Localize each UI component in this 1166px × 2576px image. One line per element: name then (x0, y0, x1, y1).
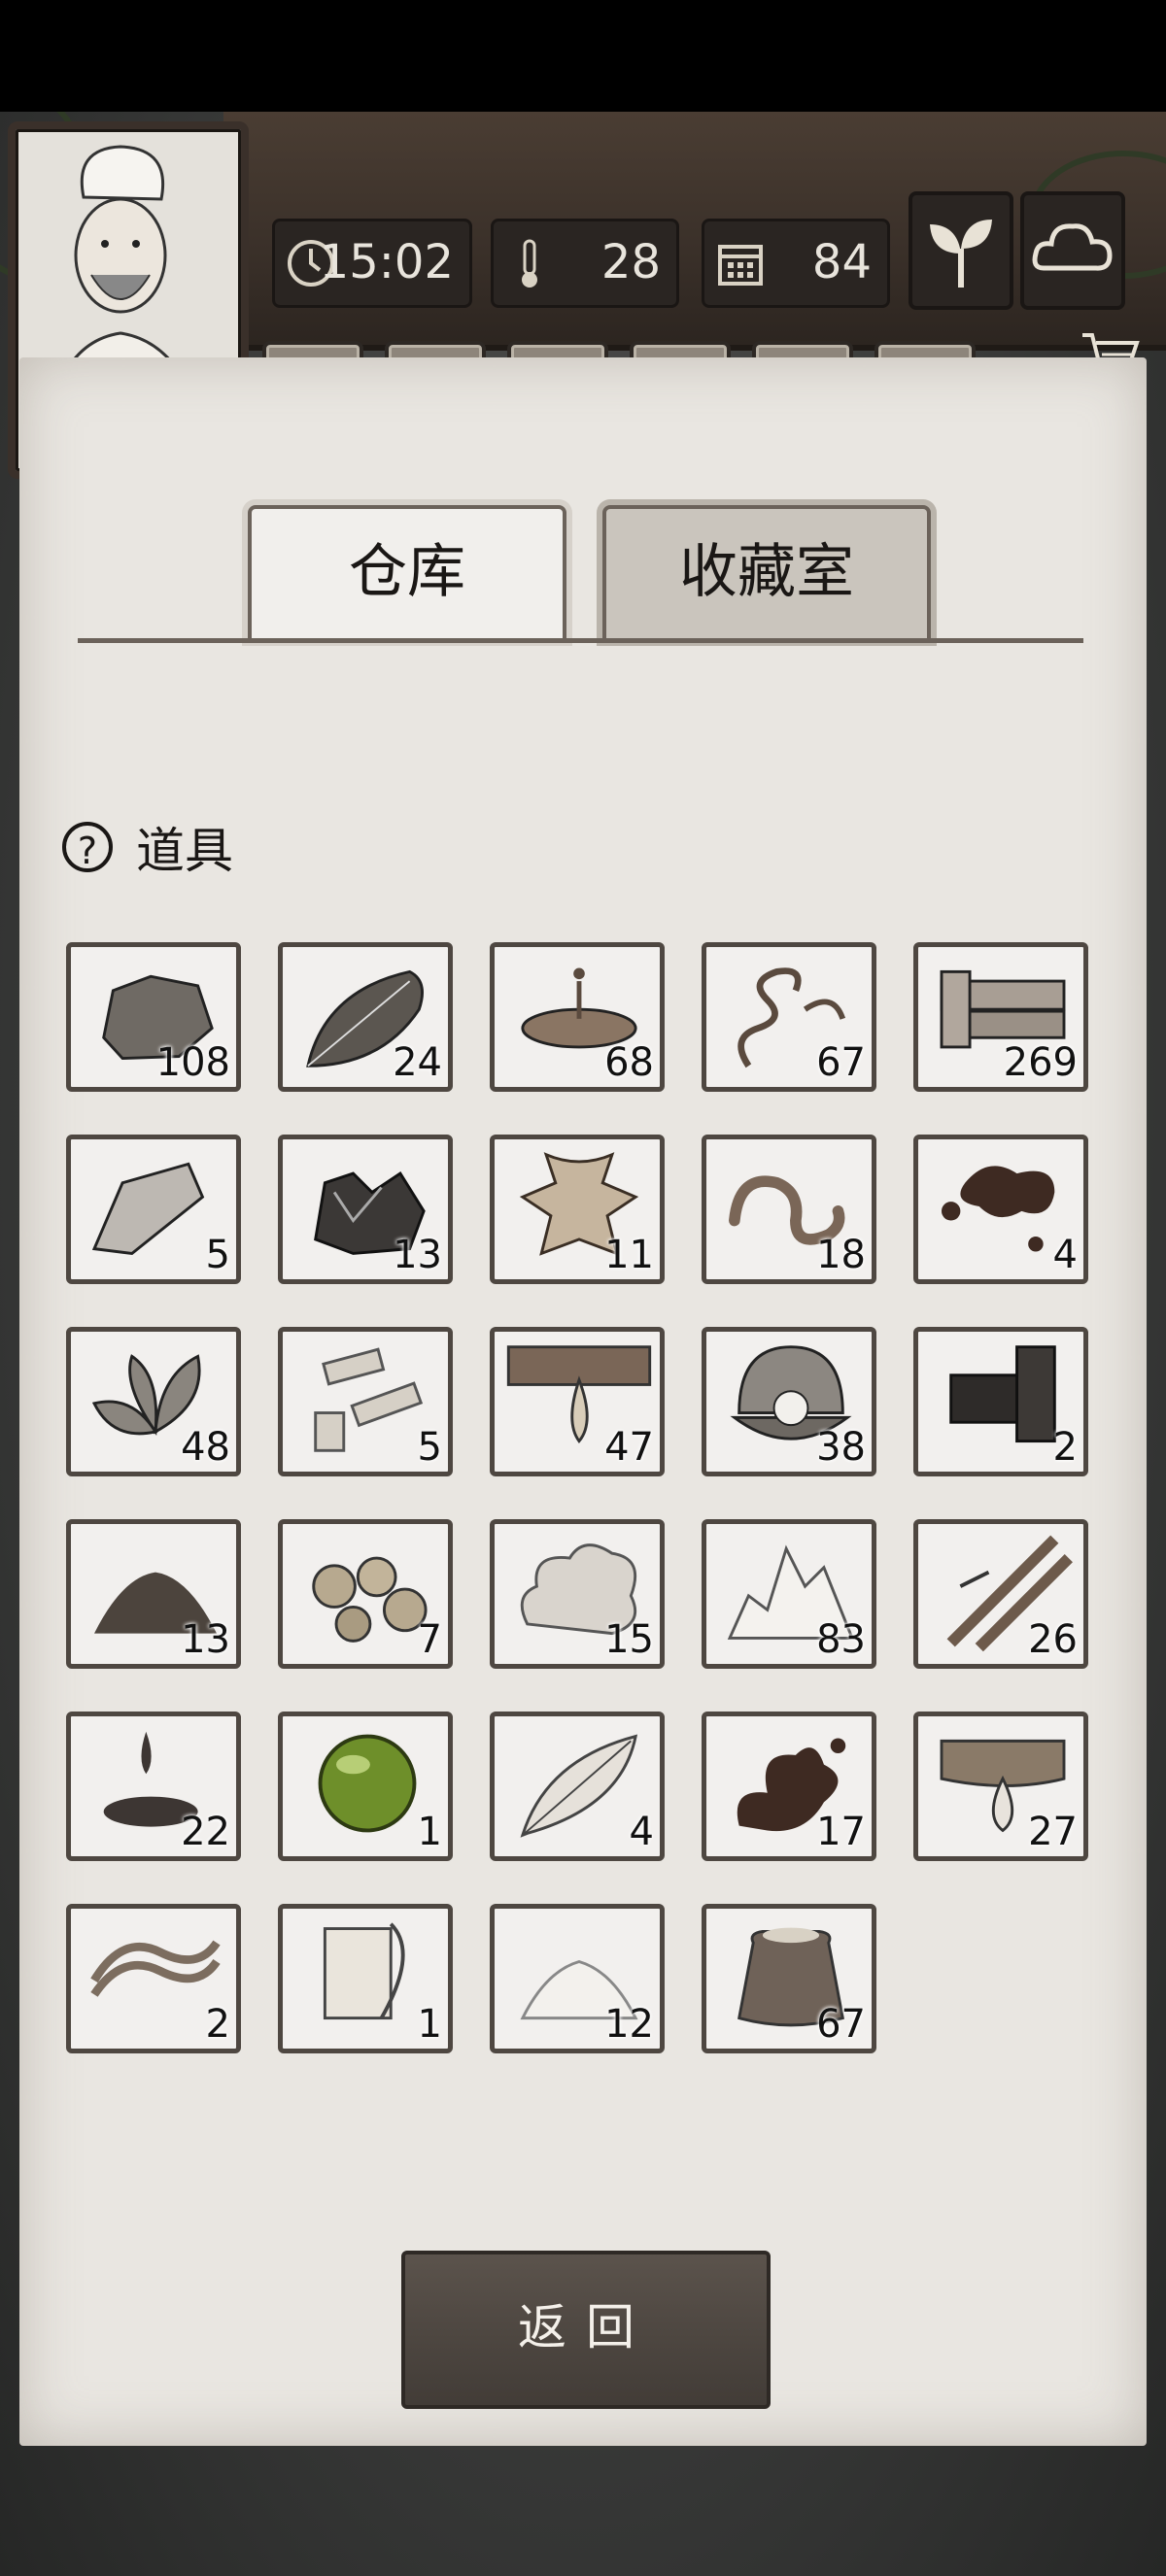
tab-divider (78, 638, 1083, 643)
plant-button[interactable] (909, 191, 1013, 310)
inventory-slot[interactable]: 2 (913, 1327, 1088, 1476)
tab-collection-room[interactable]: 收藏室 (602, 505, 931, 640)
item-count: 4 (629, 1810, 654, 1854)
day-value: 84 (811, 235, 872, 289)
item-count: 68 (604, 1040, 654, 1085)
item-count: 13 (181, 1617, 230, 1662)
inventory-slot[interactable]: 4 (913, 1135, 1088, 1284)
inventory-slot[interactable]: 38 (702, 1327, 876, 1476)
inventory-slot[interactable]: 22 (66, 1712, 241, 1861)
inventory-slot[interactable]: 108 (66, 942, 241, 1092)
item-count: 1 (417, 2002, 442, 2047)
inventory-slot[interactable]: 1 (278, 1904, 453, 2053)
inventory-slot[interactable]: 4 (490, 1712, 665, 1861)
tab-storage[interactable]: 仓库 (248, 505, 566, 640)
item-count: 11 (604, 1233, 654, 1277)
item-count: 24 (393, 1040, 442, 1085)
inventory-slot[interactable]: 83 (702, 1519, 876, 1669)
section-title: 道具 (136, 823, 233, 879)
inventory-slot[interactable]: 18 (702, 1135, 876, 1284)
item-count: 22 (181, 1810, 230, 1854)
item-count: 108 (155, 1040, 230, 1085)
item-count: 38 (816, 1425, 866, 1470)
item-count: 1 (417, 1810, 442, 1854)
sprout-icon (930, 220, 992, 288)
inventory-slot[interactable]: 67 (702, 1904, 876, 2053)
item-count: 48 (181, 1425, 230, 1470)
help-icon[interactable]: ? (62, 822, 113, 872)
inventory-slot[interactable]: 2 (66, 1904, 241, 2053)
item-count: 27 (1028, 1810, 1078, 1854)
item-count: 13 (393, 1233, 442, 1277)
inventory-slot[interactable]: 24 (278, 942, 453, 1092)
inventory-slot[interactable]: 17 (702, 1712, 876, 1861)
inventory-slot[interactable]: 7 (278, 1519, 453, 1669)
inventory-slot[interactable]: 15 (490, 1519, 665, 1669)
inventory-slot[interactable]: 11 (490, 1135, 665, 1284)
item-count: 15 (604, 1617, 654, 1662)
inventory-slot[interactable]: 5 (66, 1135, 241, 1284)
back-button[interactable]: 返回 (401, 2251, 771, 2409)
item-count: 47 (604, 1425, 654, 1470)
item-count: 5 (205, 1233, 230, 1277)
item-count: 18 (816, 1233, 866, 1277)
inventory-slot[interactable]: 68 (490, 942, 665, 1092)
inventory-slot[interactable]: 12 (490, 1904, 665, 2053)
item-count: 83 (816, 1617, 866, 1662)
day-display: 84 (702, 219, 890, 308)
inventory-slot[interactable]: 1 (278, 1712, 453, 1861)
item-count: 26 (1028, 1617, 1078, 1662)
time-value: 15:02 (319, 235, 454, 289)
inventory-slot[interactable]: 13 (278, 1135, 453, 1284)
section-header: ? 道具 (62, 812, 233, 882)
inventory-slot[interactable]: 27 (913, 1712, 1088, 1861)
inventory-slot[interactable]: 5 (278, 1327, 453, 1476)
item-count: 2 (1052, 1425, 1078, 1470)
item-count: 269 (1003, 1040, 1078, 1085)
item-count: 7 (417, 1617, 442, 1662)
inventory-slot[interactable]: 48 (66, 1327, 241, 1476)
item-count: 4 (1052, 1233, 1078, 1277)
calendar-icon (718, 245, 763, 286)
temperature-value: 28 (600, 235, 661, 289)
item-count: 67 (816, 1040, 866, 1085)
inventory-slot[interactable]: 269 (913, 942, 1088, 1092)
inventory-slot[interactable]: 47 (490, 1327, 665, 1476)
cloud-icon (1032, 223, 1113, 271)
item-count: 5 (417, 1425, 442, 1470)
inventory-slot[interactable]: 13 (66, 1519, 241, 1669)
item-count: 17 (816, 1810, 866, 1854)
weather-button[interactable] (1020, 191, 1125, 310)
item-count: 2 (205, 2002, 230, 2047)
thermometer-icon (522, 239, 537, 288)
temperature-display: 28 (491, 219, 679, 308)
item-count: 12 (604, 2002, 654, 2047)
time-display: 15:02 (272, 219, 472, 308)
inventory-slot[interactable]: 26 (913, 1519, 1088, 1669)
item-count: 67 (816, 2002, 866, 2047)
inventory-slot[interactable]: 67 (702, 942, 876, 1092)
